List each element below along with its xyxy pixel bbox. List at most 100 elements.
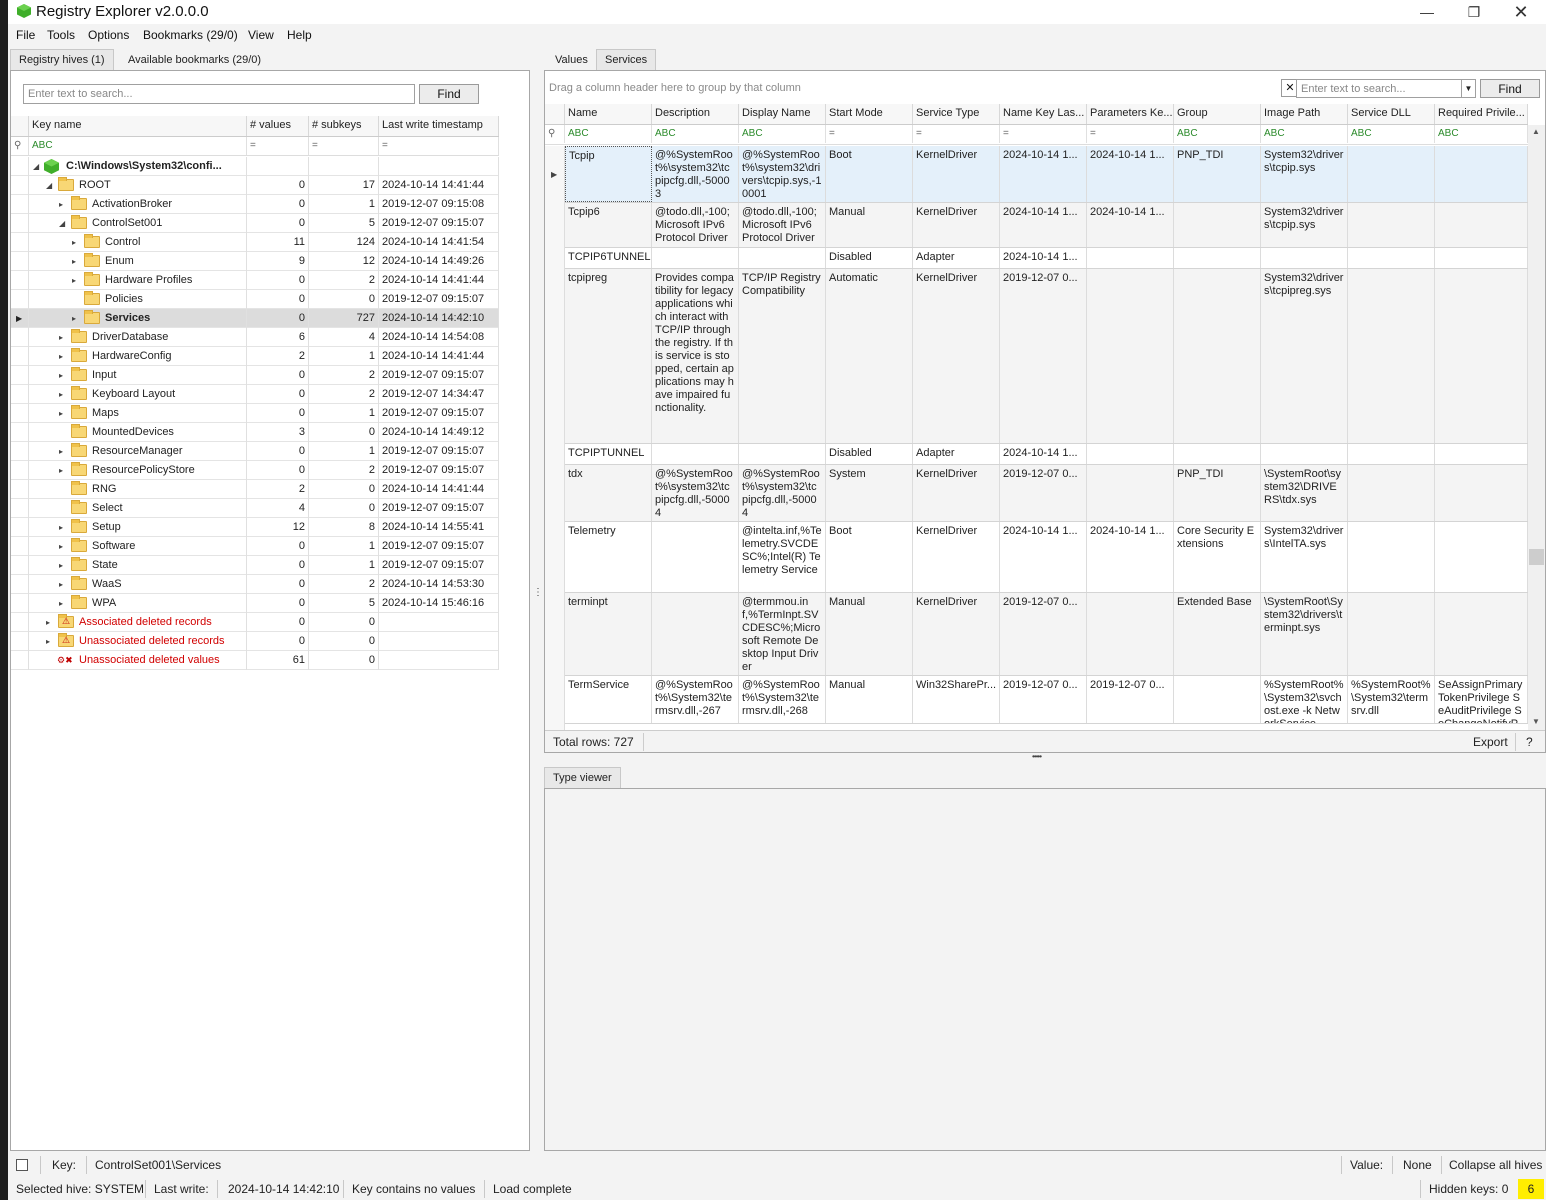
tree-row[interactable]: ◢ C:\Windows\System32\confi... xyxy=(11,157,499,176)
expand-arrow-icon[interactable]: ▸ xyxy=(72,276,76,285)
tree-row[interactable]: ▸ ResourceManager 0 1 2019-12-07 09:15:07 xyxy=(11,442,499,461)
menu-tools[interactable]: Tools xyxy=(47,28,75,42)
service-row[interactable]: TCPIP6TUNNEL Disabled Adapter 2024-10-14 1.… xyxy=(565,248,1528,269)
help-button[interactable]: ? xyxy=(1526,735,1533,749)
tree-row[interactable]: RNG 2 0 2024-10-14 14:41:44 xyxy=(11,480,499,499)
svc-col-name[interactable]: Name xyxy=(565,104,652,124)
expand-arrow-icon[interactable]: ▸ xyxy=(59,561,63,570)
svc-filter-parameters-key[interactable]: = xyxy=(1087,125,1174,143)
hive-search-input[interactable]: Enter text to search... xyxy=(23,84,415,104)
collapse-arrow-icon[interactable]: ◢ xyxy=(59,219,65,228)
filter-subkeys[interactable]: = xyxy=(309,137,379,155)
tree-row[interactable]: ▸ ⚠ Unassociated deleted records 0 0 xyxy=(11,632,499,651)
filter-key-name[interactable]: ABC xyxy=(29,137,247,155)
svc-filter-image-path[interactable]: ABC xyxy=(1261,125,1348,143)
tree-row[interactable]: ▸ State 0 1 2019-12-07 09:15:07 xyxy=(11,556,499,575)
service-row[interactable]: Tcpip6 @todo.dll,-100;Microsoft IPv6 Prot… xyxy=(565,203,1528,248)
tab-type-viewer[interactable]: Type viewer xyxy=(544,767,621,789)
filter-last-write[interactable]: = xyxy=(379,137,499,155)
export-button[interactable]: Export xyxy=(1473,735,1508,749)
scroll-down-icon[interactable]: ▼ xyxy=(1532,717,1540,726)
col-subkeys[interactable]: # subkeys xyxy=(309,116,379,136)
vertical-splitter-handle[interactable]: ⋮ xyxy=(533,588,543,606)
notification-badge[interactable]: 6 xyxy=(1518,1179,1544,1199)
expand-arrow-icon[interactable]: ▸ xyxy=(59,523,63,532)
col-key-name[interactable]: Key name xyxy=(29,116,247,136)
tree-row[interactable]: ▸ Software 0 1 2019-12-07 09:15:07 xyxy=(11,537,499,556)
tree-row[interactable]: ▸ HardwareConfig 2 1 2024-10-14 14:41:44 xyxy=(11,347,499,366)
tree-row[interactable]: Policies 0 0 2019-12-07 09:15:07 xyxy=(11,290,499,309)
tree-row[interactable]: ▶ ▸ Services 0 727 2024-10-14 14:42:10 xyxy=(11,309,499,328)
expand-arrow-icon[interactable]: ▸ xyxy=(72,314,76,323)
services-vertical-scrollbar[interactable]: ▲ ▼ xyxy=(1528,125,1545,730)
search-dropdown-icon[interactable]: ▼ xyxy=(1461,79,1476,98)
menu-help[interactable]: Help xyxy=(287,28,312,42)
tab-available-bookmarks[interactable]: Available bookmarks (29/0) xyxy=(119,49,270,71)
svc-filter-name-key-last[interactable]: = xyxy=(1000,125,1087,143)
menu-bookmarks[interactable]: Bookmarks (29/0) xyxy=(143,28,238,42)
service-row[interactable]: TermService @%SystemRoot%\System32\termsr… xyxy=(565,676,1528,724)
tree-row[interactable]: ▸ Maps 0 1 2019-12-07 09:15:07 xyxy=(11,404,499,423)
tree-row[interactable]: ▸ ⚠ Associated deleted records 0 0 xyxy=(11,613,499,632)
service-row[interactable]: Telemetry @intelta.inf,%Telemetry.SVCDESC… xyxy=(565,522,1528,593)
service-row[interactable]: Tcpip @%SystemRoot%\system32\tcpipcfg.dll… xyxy=(565,146,1528,203)
expand-arrow-icon[interactable]: ▸ xyxy=(59,390,63,399)
minimize-icon[interactable]: — xyxy=(1404,0,1450,24)
service-row[interactable]: terminpt @termmou.inf,%TermInpt.SVCDESC%;… xyxy=(565,593,1528,676)
svc-filter-description[interactable]: ABC xyxy=(652,125,739,143)
expand-arrow-icon[interactable]: ▸ xyxy=(59,580,63,589)
svc-col-service-type[interactable]: Service Type xyxy=(913,104,1000,124)
close-icon[interactable]: ✕ xyxy=(1498,0,1544,24)
expand-arrow-icon[interactable]: ▸ xyxy=(46,618,50,627)
tree-row[interactable]: ▸ ResourcePolicyStore 0 2 2019-12-07 09:15:0… xyxy=(11,461,499,480)
tree-row[interactable]: MountedDevices 3 0 2024-10-14 14:49:12 xyxy=(11,423,499,442)
collapse-arrow-icon[interactable]: ◢ xyxy=(46,181,52,190)
service-row[interactable]: tdx @%SystemRoot%\system32\tcpipcfg.dll,-… xyxy=(565,465,1528,522)
services-find-button[interactable]: Find xyxy=(1480,79,1540,98)
svc-filter-start-mode[interactable]: = xyxy=(826,125,913,143)
svc-col-service-dll[interactable]: Service DLL xyxy=(1348,104,1435,124)
tab-services[interactable]: Services xyxy=(596,49,657,71)
svc-col-group[interactable]: Group xyxy=(1174,104,1261,124)
expand-arrow-icon[interactable]: ▸ xyxy=(72,257,76,266)
horizontal-splitter-handle[interactable]: ••••• xyxy=(1032,752,1042,761)
expand-arrow-icon[interactable]: ▸ xyxy=(59,409,63,418)
svc-filter-service-type[interactable]: = xyxy=(913,125,1000,143)
col-last-write[interactable]: Last write timestamp xyxy=(379,116,499,136)
col-values[interactable]: # values xyxy=(247,116,309,136)
svc-col-image-path[interactable]: Image Path xyxy=(1261,104,1348,124)
menu-file[interactable]: File xyxy=(16,28,35,42)
tree-row[interactable]: ▸ WPA 0 5 2024-10-14 15:46:16 xyxy=(11,594,499,613)
svc-filter-group[interactable]: ABC xyxy=(1174,125,1261,143)
menu-view[interactable]: View xyxy=(248,28,274,42)
tree-row[interactable]: ▸ Control 11 124 2024-10-14 14:41:54 xyxy=(11,233,499,252)
tree-row[interactable]: ▸ Input 0 2 2019-12-07 09:15:07 xyxy=(11,366,499,385)
tree-row[interactable]: ▸ Hardware Profiles 0 2 2024-10-14 14:41:44 xyxy=(11,271,499,290)
tab-values[interactable]: Values xyxy=(546,49,597,71)
expand-arrow-icon[interactable]: ▸ xyxy=(59,371,63,380)
svc-col-required-privileges[interactable]: Required Privile... xyxy=(1435,104,1528,124)
tree-row[interactable]: ▸ Keyboard Layout 0 2 2019-12-07 14:34:47 xyxy=(11,385,499,404)
svc-filter-name[interactable]: ABC xyxy=(565,125,652,143)
expand-arrow-icon[interactable]: ▸ xyxy=(46,637,50,646)
svc-filter-display-name[interactable]: ABC xyxy=(739,125,826,143)
tree-row[interactable]: ▸ Enum 9 12 2024-10-14 14:49:26 xyxy=(11,252,499,271)
maximize-icon[interactable]: ❐ xyxy=(1451,0,1497,24)
svc-filter-required-privileges[interactable]: ABC xyxy=(1435,125,1528,143)
hive-find-button[interactable]: Find xyxy=(419,84,479,104)
expand-arrow-icon[interactable]: ▸ xyxy=(59,200,63,209)
scroll-up-icon[interactable]: ▲ xyxy=(1532,127,1540,136)
tree-row[interactable]: ⚙✖ Unassociated deleted values 61 0 xyxy=(11,651,499,670)
expand-arrow-icon[interactable]: ▸ xyxy=(72,238,76,247)
expand-arrow-icon[interactable]: ▸ xyxy=(59,599,63,608)
filter-values[interactable]: = xyxy=(247,137,309,155)
tree-row[interactable]: ▸ DriverDatabase 6 4 2024-10-14 14:54:08 xyxy=(11,328,499,347)
scroll-thumb[interactable] xyxy=(1529,549,1544,565)
tab-registry-hives[interactable]: Registry hives (1) xyxy=(10,49,114,71)
tree-row[interactable]: ◢ ROOT 0 17 2024-10-14 14:41:44 xyxy=(11,176,499,195)
svc-col-description[interactable]: Description xyxy=(652,104,739,124)
key-checkbox[interactable] xyxy=(16,1159,28,1171)
svc-col-parameters-key[interactable]: Parameters Ke... xyxy=(1087,104,1174,124)
tree-row[interactable]: Select 4 0 2019-12-07 09:15:07 xyxy=(11,499,499,518)
expand-arrow-icon[interactable]: ▸ xyxy=(59,352,63,361)
